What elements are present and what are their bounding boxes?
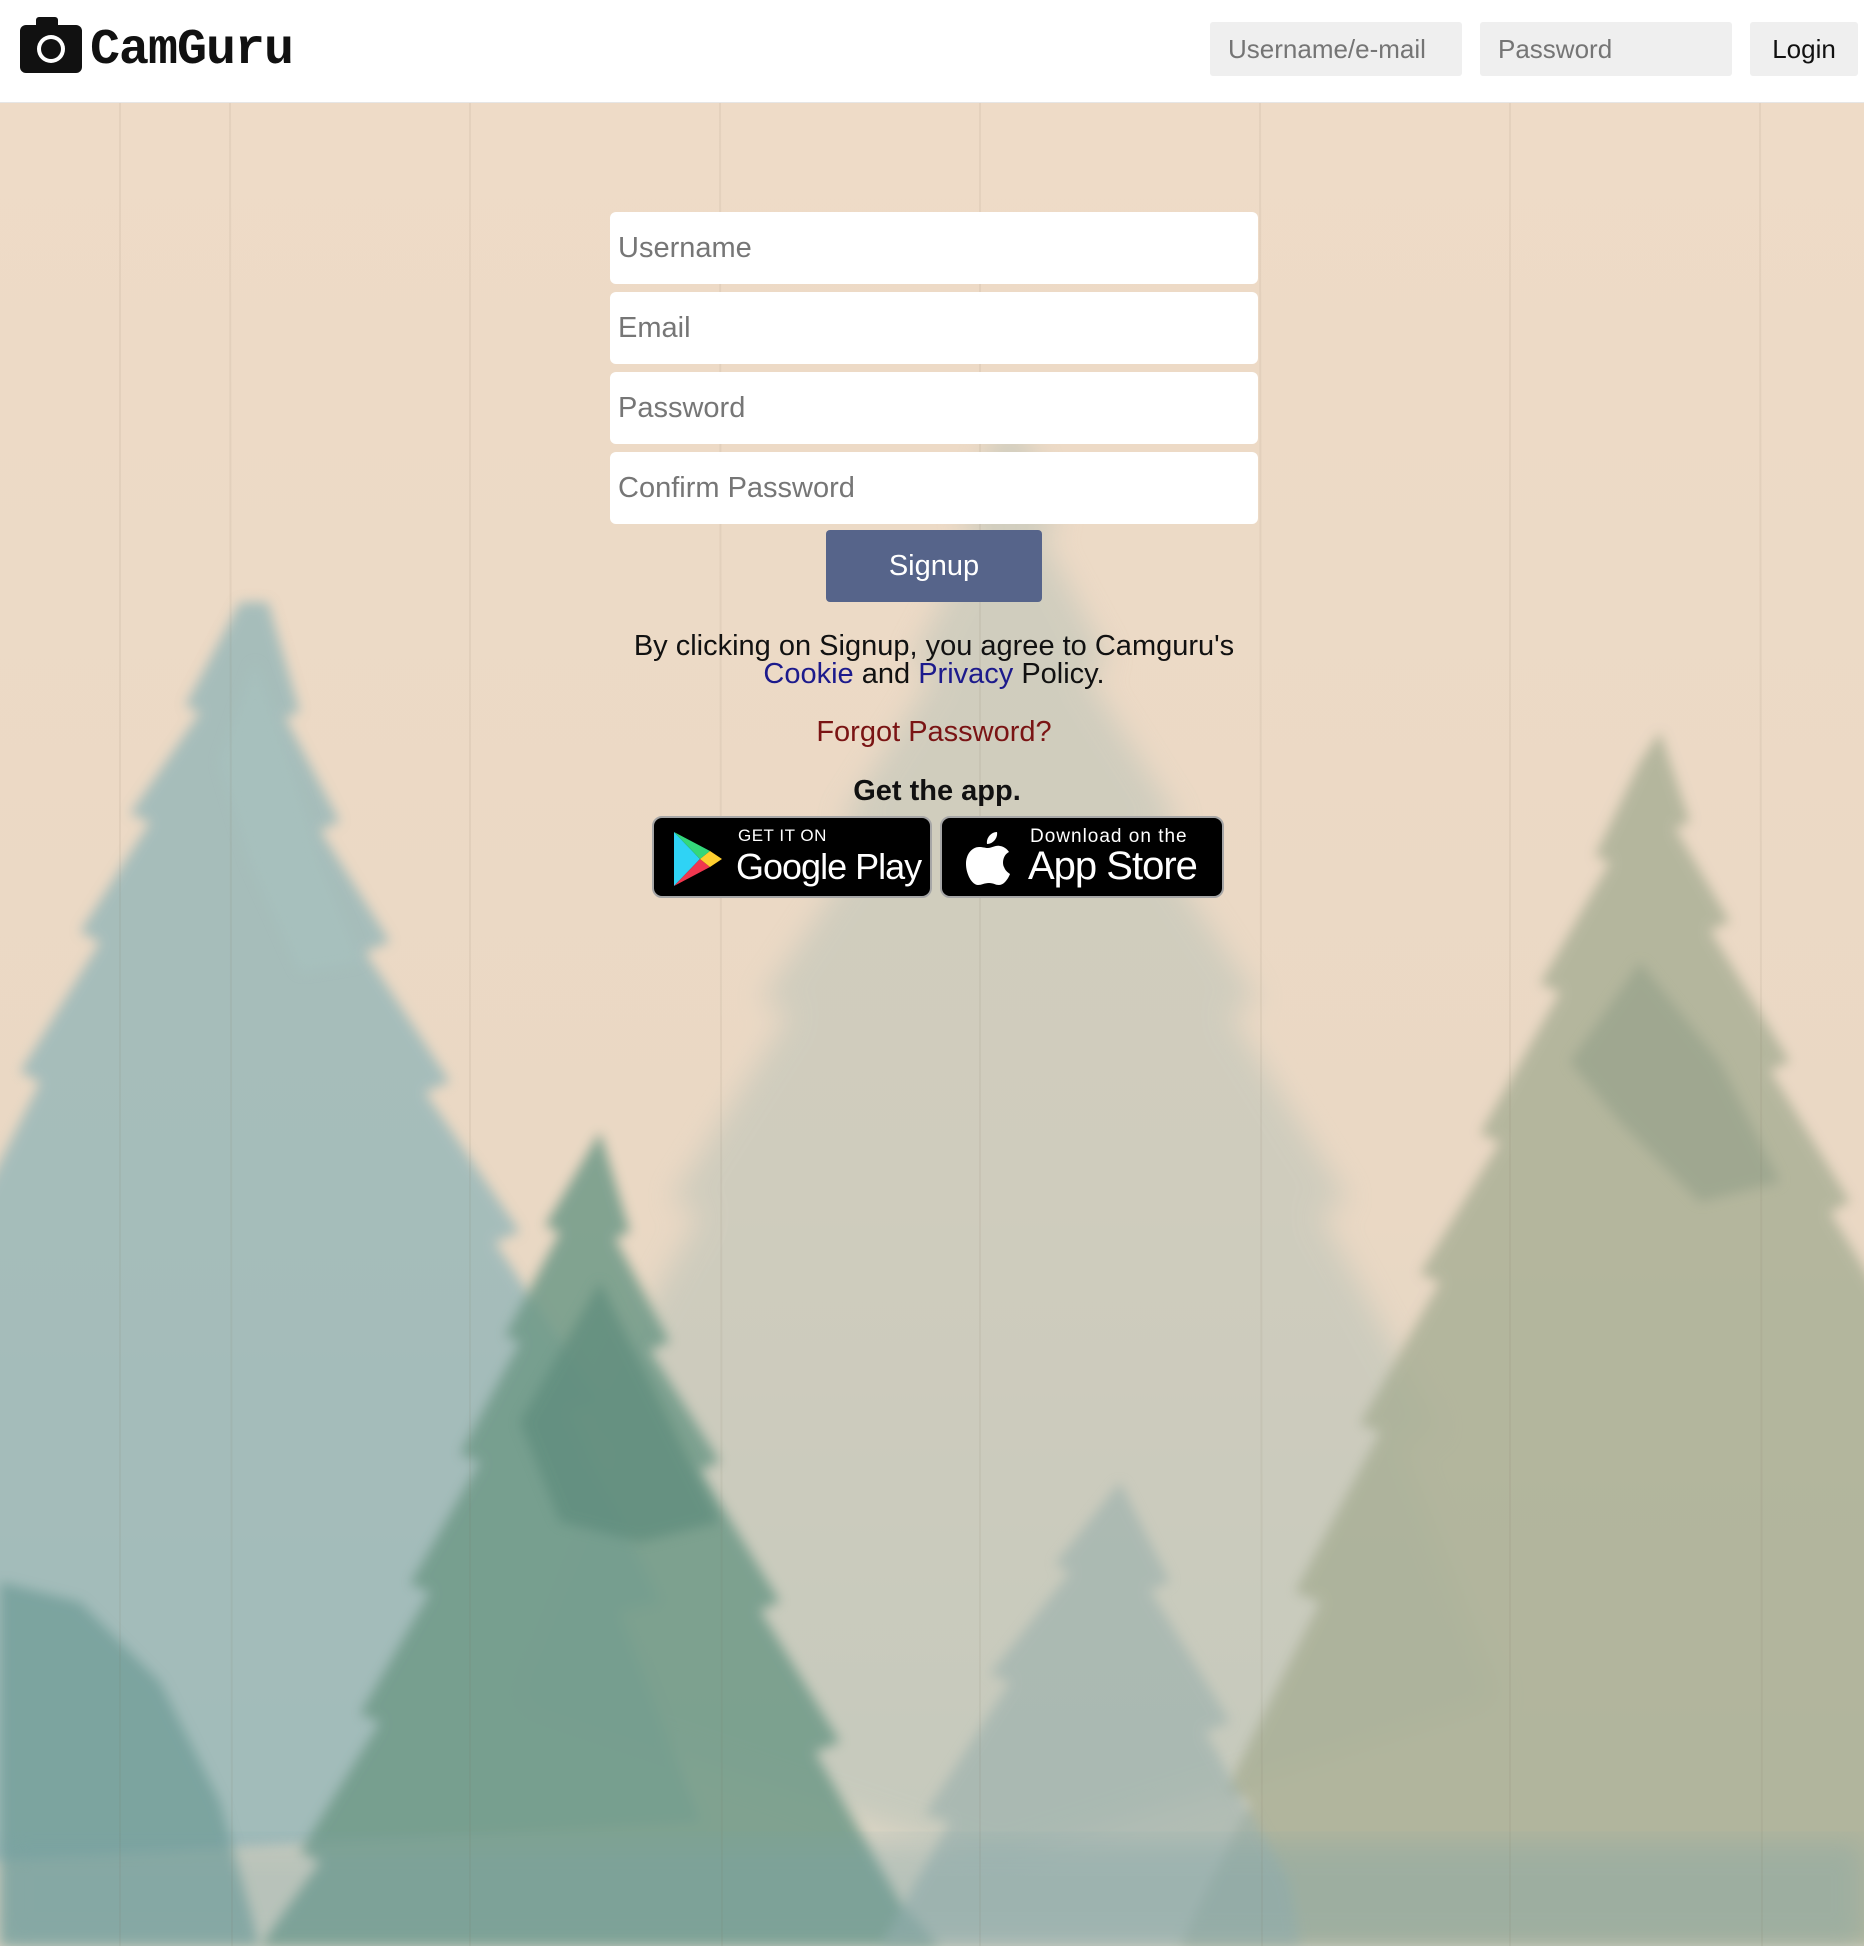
header-username-input[interactable] — [1210, 22, 1462, 76]
camera-icon — [20, 17, 82, 73]
google-play-badge[interactable]: GET IT ON Google Play — [652, 816, 932, 898]
google-play-big-text: Google Play — [736, 846, 922, 887]
signup-button[interactable]: Signup — [826, 530, 1042, 602]
password-field[interactable] — [610, 372, 1258, 444]
google-play-icon — [674, 832, 722, 886]
forgot-password-link[interactable]: Forgot Password? — [560, 716, 1308, 749]
app-store-badge[interactable]: Download on the App Store — [940, 816, 1224, 898]
header-password-input[interactable] — [1480, 22, 1732, 76]
username-field[interactable] — [610, 212, 1258, 284]
google-play-small-text: GET IT ON — [738, 826, 827, 845]
email-field[interactable] — [610, 292, 1258, 364]
signup-form: Signup — [610, 212, 1258, 602]
top-navbar: CamGuru Login — [0, 0, 1864, 103]
apple-icon — [966, 832, 1010, 885]
get-app-heading: Get the app. — [853, 775, 1021, 807]
brand-name: CamGuru — [90, 21, 294, 79]
privacy-policy-link[interactable]: Privacy — [918, 658, 1013, 690]
brand-logo[interactable]: CamGuru — [18, 12, 294, 79]
login-button[interactable]: Login — [1750, 22, 1858, 76]
terms-notice: By clicking on Signup, you agree to Camg… — [560, 632, 1308, 690]
cookie-policy-link[interactable]: Cookie — [763, 658, 853, 690]
app-store-big-text: App Store — [1028, 844, 1198, 888]
terms-and-text: and — [853, 658, 919, 690]
terms-policy-text: Policy. — [1013, 658, 1105, 690]
confirm-password-field[interactable] — [610, 452, 1258, 524]
